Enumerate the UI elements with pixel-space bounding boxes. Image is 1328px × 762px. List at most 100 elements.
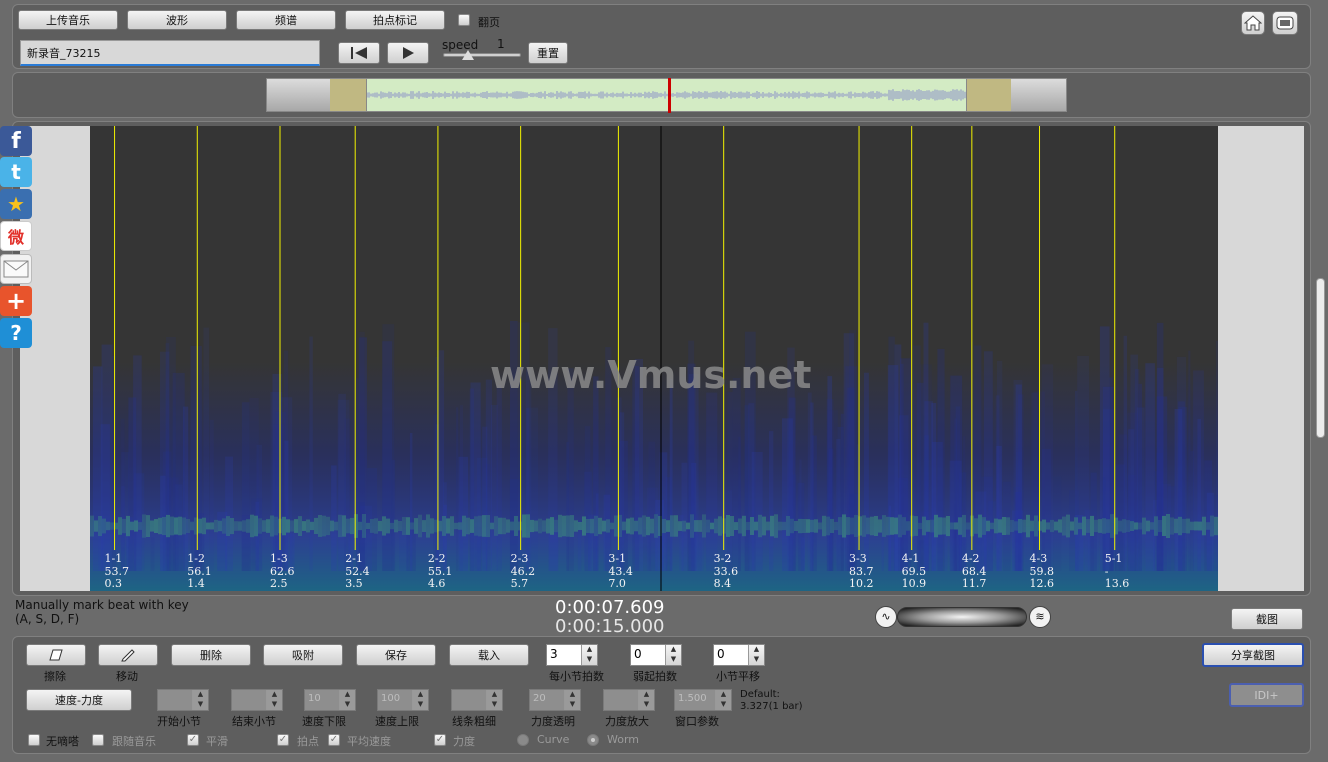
spectrogram-texture: [718, 516, 722, 536]
spectrogram-texture: [98, 516, 102, 537]
no-tick-checkbox[interactable]: [28, 734, 40, 746]
page-turn-checkbox[interactable]: [458, 14, 470, 26]
overview-right-handle[interactable]: [966, 79, 1011, 111]
speed-force-button[interactable]: 速度-力度: [26, 689, 132, 711]
spectrogram-texture: [586, 519, 590, 533]
home-button[interactable]: [1241, 11, 1265, 35]
beats-per-bar-value: 3: [550, 647, 558, 661]
spectrogram-texture: [1202, 516, 1206, 536]
speed-slider[interactable]: [443, 53, 521, 57]
upload-music-button[interactable]: 上传音乐: [18, 10, 118, 30]
add-share-icon[interactable]: +: [0, 286, 32, 316]
email-icon[interactable]: [0, 254, 32, 284]
spectrogram-texture: [238, 521, 242, 531]
spectrogram-texture: [788, 397, 796, 571]
spectrogram-texture: [158, 517, 162, 535]
spectrogram-texture: [562, 515, 566, 537]
spectrogram-texture: [334, 521, 338, 531]
erase-button[interactable]: [26, 644, 86, 666]
spectrogram-texture: [382, 516, 386, 536]
beat-mark-button[interactable]: 拍点标记: [345, 10, 445, 30]
favorite-star-icon[interactable]: ★: [0, 189, 32, 219]
play-button[interactable]: [387, 42, 429, 64]
move-button[interactable]: [98, 644, 158, 666]
beats-per-bar-stepper[interactable]: 3 ▲ ▼: [546, 644, 598, 666]
facebook-icon[interactable]: f: [0, 126, 32, 156]
hint-line-1: Manually mark beat with key: [15, 598, 189, 612]
curve-radio: [517, 734, 529, 746]
vertical-scrollbar[interactable]: [1316, 278, 1325, 438]
eraser-icon: [49, 649, 63, 661]
spectrogram-texture: [1018, 519, 1022, 534]
overview-left-handle[interactable]: [330, 79, 367, 111]
bar-shift-stepper[interactable]: 0 ▲ ▼: [713, 644, 765, 666]
waveform-zoom-in-icon[interactable]: ≋: [1029, 606, 1051, 628]
screenshot-button[interactable]: 截图: [1231, 608, 1303, 630]
weibo-icon[interactable]: 微: [0, 221, 32, 251]
save-button[interactable]: 保存: [356, 644, 436, 666]
fullscreen-button[interactable]: [1272, 11, 1298, 35]
spectrogram-texture: [990, 522, 994, 530]
spectrogram-texture: [382, 341, 393, 571]
move-label: 移动: [116, 670, 138, 683]
spectrogram-texture: [750, 517, 754, 535]
stepper-arrows[interactable]: ▲ ▼: [581, 645, 597, 665]
stepper-arrows[interactable]: ▲ ▼: [748, 645, 764, 665]
spectrogram-texture: [650, 518, 654, 534]
waveform-zoom-out-icon[interactable]: ∿: [875, 606, 897, 628]
spectrogram-texture: [778, 521, 782, 531]
spectrogram-texture: [1138, 522, 1142, 530]
spectrogram-texture: [626, 518, 630, 534]
spectrogram-texture: [807, 392, 812, 571]
pickup-beats-stepper[interactable]: 0 ▲ ▼: [630, 644, 682, 666]
spectrogram-texture: [362, 514, 366, 538]
beat-label-id: 2-2: [428, 552, 446, 565]
spectrogram-texture: [1190, 521, 1194, 531]
spectrogram-texture: [578, 522, 582, 530]
stepper-arrows[interactable]: ▲ ▼: [665, 645, 681, 665]
spectrogram-texture: [1110, 360, 1114, 571]
spectrogram-texture: [1123, 335, 1127, 571]
spectrogram-texture: [1126, 520, 1130, 532]
spectrogram-texture: [494, 516, 498, 536]
force-label: 力度: [453, 735, 475, 748]
spectrogram-texture: [1082, 516, 1086, 536]
spectrogram-texture: [646, 516, 650, 536]
spectrogram-texture: [732, 378, 741, 571]
spectrogram-texture: [378, 520, 382, 532]
playhead-marker[interactable]: [668, 78, 671, 113]
skip-to-start-button[interactable]: [338, 42, 380, 64]
zoom-slider[interactable]: [897, 607, 1027, 627]
spectrogram-texture: [470, 382, 481, 571]
spectrogram[interactable]: 1-153.70.31-256.11.41-362.62.52-152.43.5…: [90, 126, 1218, 591]
snap-button[interactable]: 吸附: [263, 644, 343, 666]
follow-music-checkbox[interactable]: [92, 734, 104, 746]
filename-input[interactable]: 新录音_73215: [20, 40, 320, 66]
window-param-value: 1.500: [678, 693, 707, 704]
beat-point-checkbox: ✓: [277, 734, 289, 746]
spectrogram-texture: [318, 515, 322, 537]
spectrogram-texture: [598, 517, 602, 535]
spectrogram-texture: [546, 518, 550, 534]
reset-button[interactable]: 重置: [528, 42, 568, 64]
spectrum-button[interactable]: 频谱: [236, 10, 336, 30]
twitter-icon[interactable]: t: [0, 157, 32, 187]
spectrogram-texture: [742, 515, 746, 537]
spectrogram-texture: [1031, 392, 1038, 571]
spectrogram-texture: [826, 516, 830, 536]
spectrogram-texture: [662, 518, 666, 534]
help-icon[interactable]: ?: [0, 318, 32, 348]
load-button[interactable]: 载入: [449, 644, 529, 666]
spectrogram-texture: [486, 515, 490, 538]
waveform-button[interactable]: 波形: [127, 10, 227, 30]
beat-label-t: 7.0: [608, 577, 626, 590]
share-screenshot-button[interactable]: 分享截图: [1202, 643, 1304, 667]
spectrogram-texture: [602, 520, 606, 532]
home-icon: [1244, 15, 1262, 31]
spectrogram-texture: [111, 355, 117, 571]
delete-button[interactable]: 删除: [171, 644, 251, 666]
spectrogram-texture: [510, 521, 514, 531]
spectrogram-texture: [178, 516, 182, 536]
speed-slider-thumb[interactable]: [462, 50, 474, 60]
avg-speed-label: 平均速度: [347, 735, 391, 748]
